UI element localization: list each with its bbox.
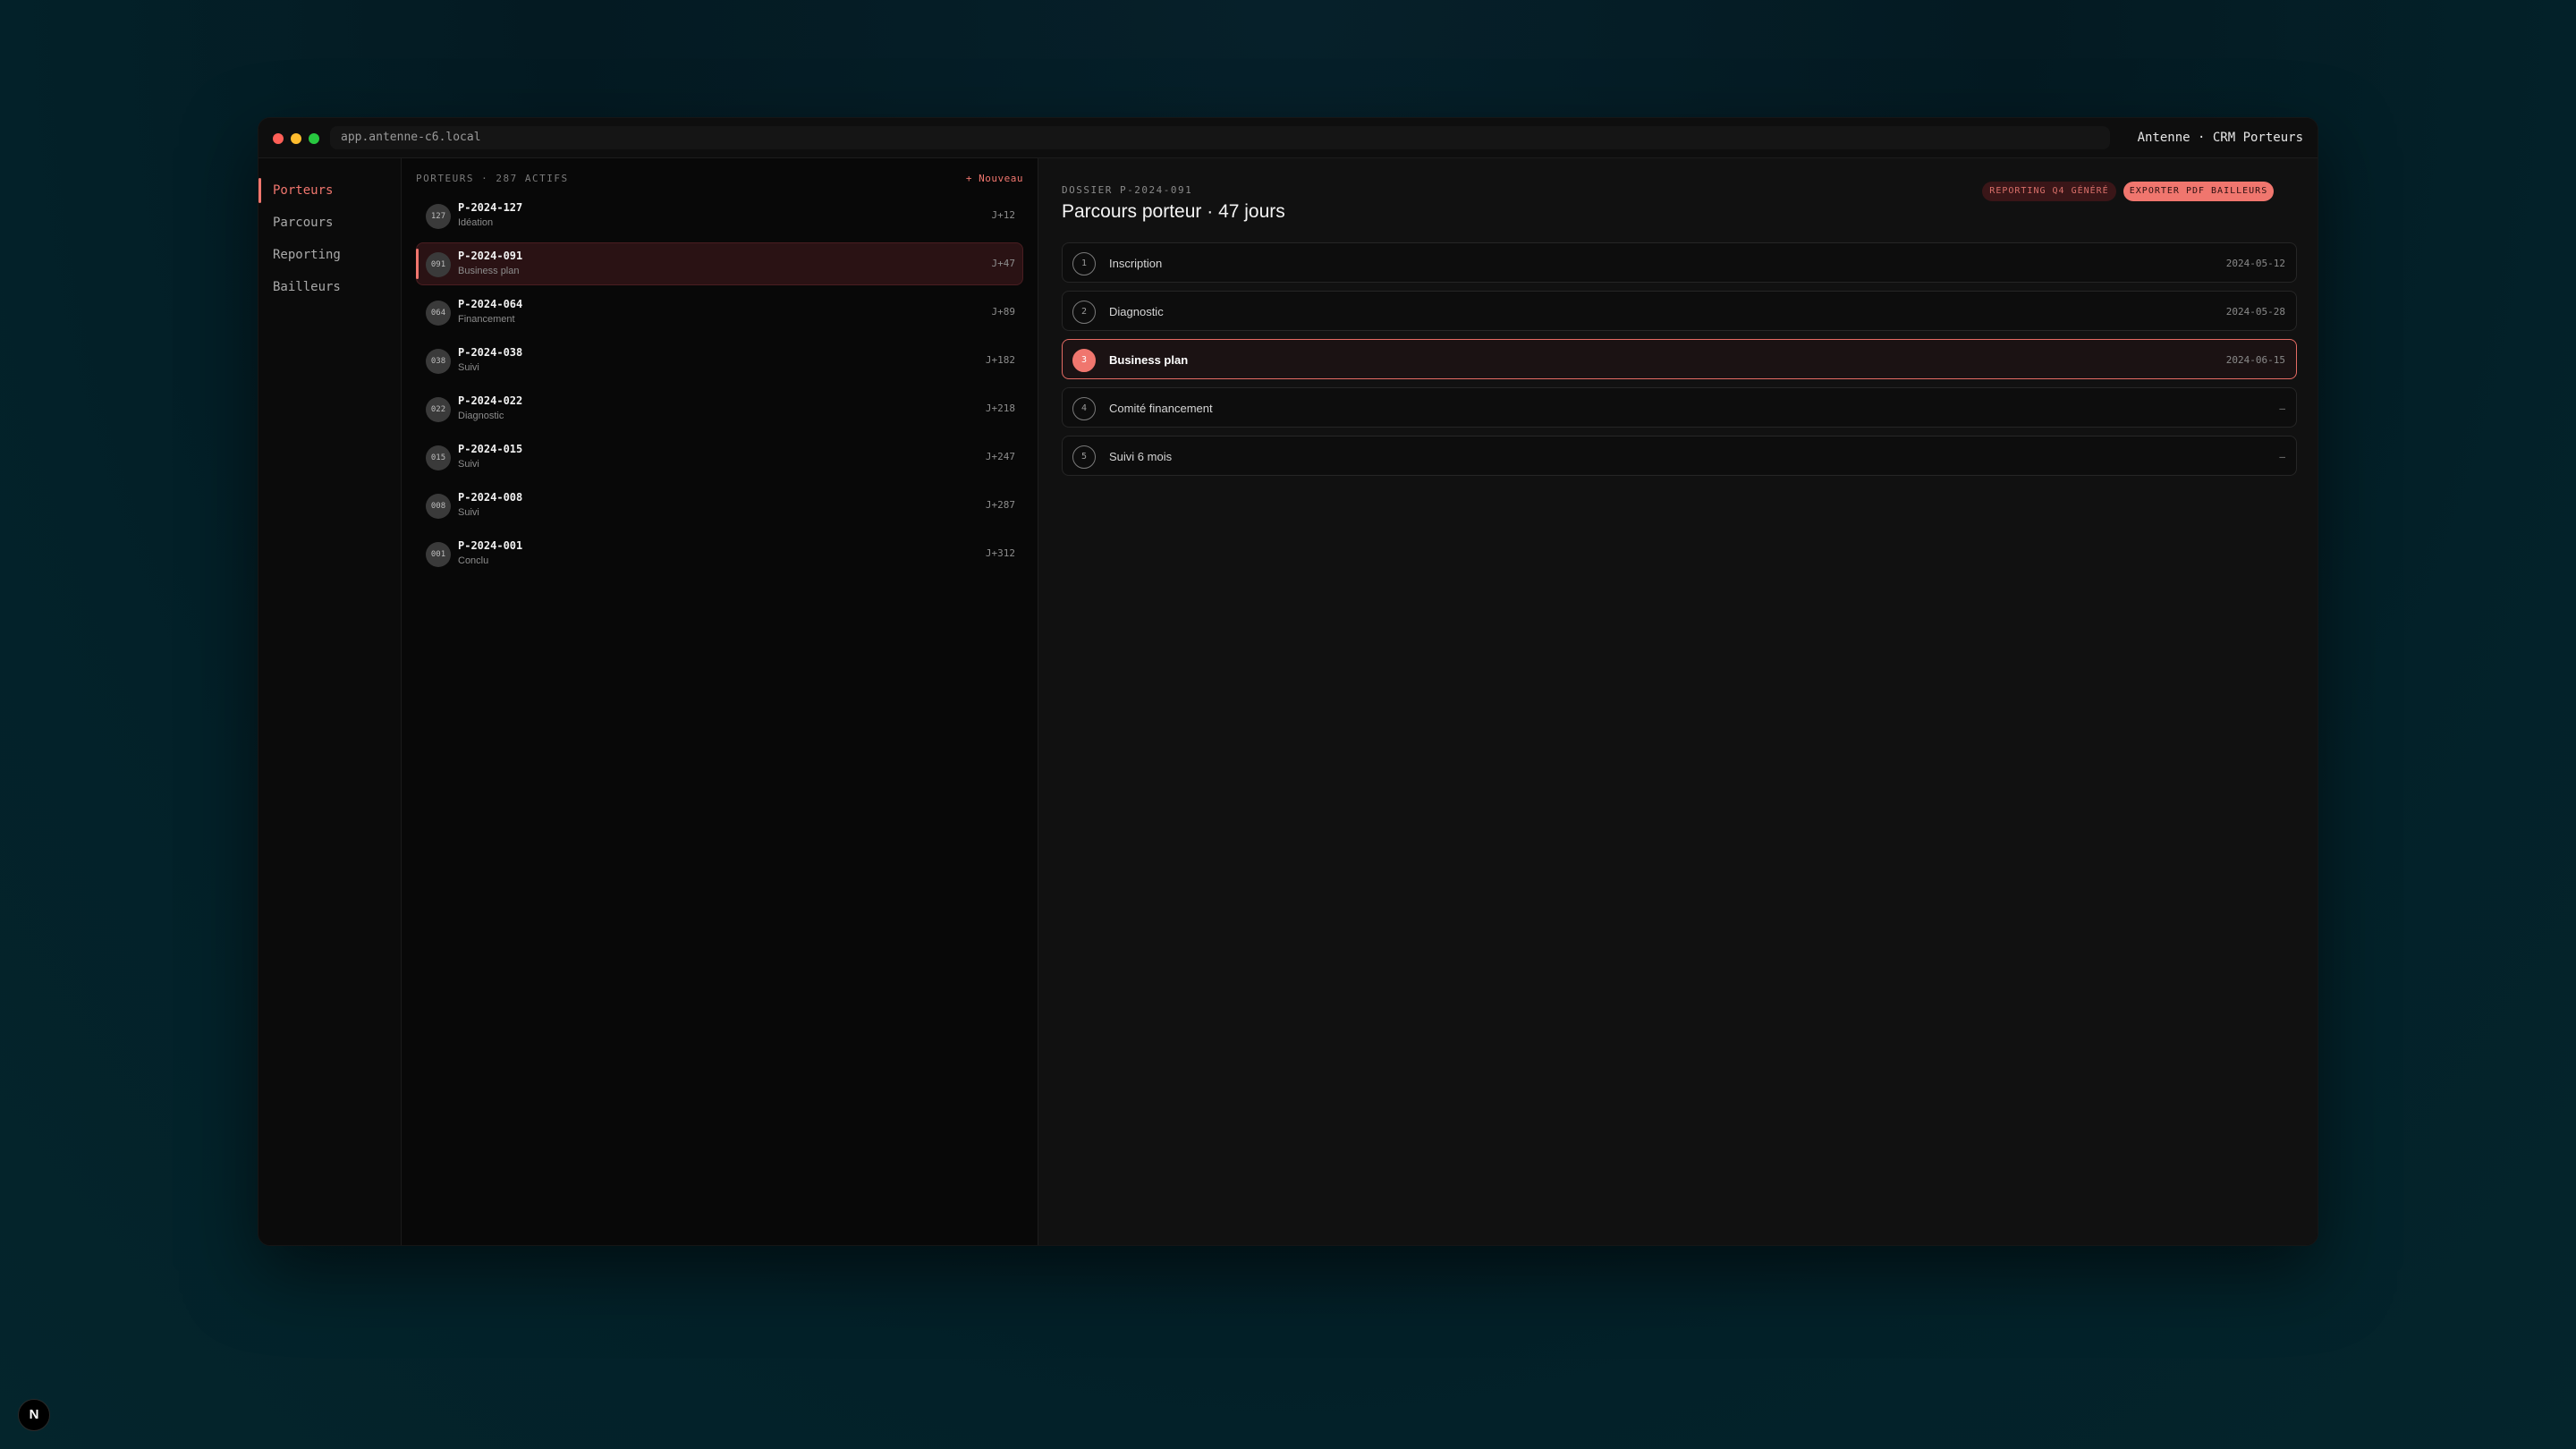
- list-item[interactable]: 127 P-2024-127 Idéation J+12: [416, 194, 1023, 237]
- url-bar[interactable]: app.antenne-c6.local: [330, 126, 2110, 149]
- app-title: Antenne · CRM Porteurs: [2137, 131, 2303, 145]
- porteur-stage: Suivi: [458, 362, 479, 373]
- porteur-day: J+89: [991, 306, 1016, 318]
- porteur-day: J+287: [985, 499, 1015, 511]
- new-porteur-button[interactable]: + Nouveau: [966, 173, 1023, 184]
- list-item[interactable]: 064 P-2024-064 Financement J+89: [416, 291, 1023, 334]
- step-diagnostic[interactable]: 2 Diagnostic 2024-05-28: [1062, 291, 2297, 331]
- porteur-stage: Idéation: [458, 217, 494, 228]
- porteur-id: P-2024-008: [458, 491, 523, 504]
- step-date: 2024-06-15: [2225, 354, 2285, 366]
- step-comite-financement[interactable]: 4 Comité financement —: [1062, 387, 2297, 428]
- porteur-day: J+182: [985, 354, 1015, 366]
- sidebar-item-reporting[interactable]: Reporting: [258, 239, 401, 271]
- list-item[interactable]: 022 P-2024-022 Diagnostic J+218: [416, 387, 1023, 430]
- parcours-steps: 1 Inscription 2024-05-12 2 Diagnostic 20…: [1062, 242, 2297, 484]
- avatar: 127: [426, 204, 451, 229]
- step-label: Comité financement: [1109, 402, 1213, 415]
- step-number: 5: [1072, 445, 1096, 469]
- avatar: 008: [426, 494, 451, 519]
- porteur-id: P-2024-022: [458, 394, 523, 407]
- step-number: 3: [1072, 349, 1096, 372]
- porteur-stage: Suivi: [458, 459, 479, 470]
- porteur-day: J+47: [991, 258, 1016, 269]
- porteur-id: P-2024-001: [458, 539, 523, 552]
- dossier-id: DOSSIER P-2024-091: [1062, 184, 1193, 196]
- export-pdf-button[interactable]: EXPORTER PDF BAILLEURS: [2123, 182, 2274, 201]
- list-item[interactable]: 008 P-2024-008 Suivi J+287: [416, 484, 1023, 527]
- step-inscription[interactable]: 1 Inscription 2024-05-12: [1062, 242, 2297, 283]
- avatar: 015: [426, 445, 451, 470]
- porteur-id: P-2024-091: [458, 250, 523, 262]
- avatar: 022: [426, 397, 451, 422]
- close-window-button[interactable]: [273, 133, 284, 144]
- list-item-selected[interactable]: 091 P-2024-091 Business plan J+47: [416, 242, 1023, 285]
- list-item[interactable]: 038 P-2024-038 Suivi J+182: [416, 339, 1023, 382]
- maximize-window-button[interactable]: [309, 133, 319, 144]
- status-badge: REPORTING Q4 GÉNÉRÉ: [1982, 182, 2116, 201]
- porteur-stage: Suivi: [458, 507, 479, 518]
- porteurs-list-pane: PORTEURS · 287 ACTIFS + Nouveau 127 P-20…: [402, 158, 1038, 1245]
- step-number: 2: [1072, 301, 1096, 324]
- porteur-id: P-2024-127: [458, 201, 523, 214]
- app-window: app.antenne-c6.local Antenne · CRM Porte…: [258, 117, 2318, 1246]
- sidebar-item-bailleurs[interactable]: Bailleurs: [258, 271, 401, 303]
- step-label: Business plan: [1109, 353, 1189, 367]
- page-title: Parcours porteur · 47 jours: [1062, 201, 1285, 222]
- porteur-day: J+218: [985, 402, 1015, 414]
- step-date: 2024-05-28: [2225, 306, 2285, 318]
- porteur-id: P-2024-015: [458, 443, 523, 455]
- step-label: Inscription: [1109, 257, 1163, 270]
- porteur-day: J+312: [985, 547, 1015, 559]
- porteur-id: P-2024-064: [458, 298, 523, 310]
- title-bar: app.antenne-c6.local Antenne · CRM Porte…: [258, 118, 2318, 158]
- step-date: 2024-05-12: [2225, 258, 2285, 269]
- avatar: 064: [426, 301, 451, 326]
- porteur-stage: Conclu: [458, 555, 489, 566]
- step-label: Diagnostic: [1109, 305, 1164, 318]
- porteur-day: J+247: [985, 451, 1015, 462]
- porteurs-list: 127 P-2024-127 Idéation J+12 091 P-2024-…: [416, 194, 1023, 580]
- porteur-stage: Diagnostic: [458, 411, 504, 421]
- dossier-detail-pane: DOSSIER P-2024-091 Parcours porteur · 47…: [1038, 158, 2318, 1245]
- step-number: 4: [1072, 397, 1096, 420]
- porteur-day: J+12: [991, 209, 1016, 221]
- minimize-window-button[interactable]: [291, 133, 301, 144]
- porteur-stage: Business plan: [458, 266, 520, 276]
- step-label: Suivi 6 mois: [1109, 450, 1173, 463]
- step-date: —: [2279, 451, 2285, 462]
- list-item[interactable]: 001 P-2024-001 Conclu J+312: [416, 532, 1023, 575]
- step-suivi-6-mois[interactable]: 5 Suivi 6 mois —: [1062, 436, 2297, 476]
- sidebar-item-parcours[interactable]: Parcours: [258, 207, 401, 239]
- sidebar: Porteurs Parcours Reporting Bailleurs: [258, 158, 402, 1245]
- step-date: —: [2279, 402, 2285, 414]
- list-item[interactable]: 015 P-2024-015 Suivi J+247: [416, 436, 1023, 479]
- avatar: 091: [426, 252, 451, 277]
- step-number: 1: [1072, 252, 1096, 275]
- sidebar-item-porteurs[interactable]: Porteurs: [258, 174, 401, 207]
- list-header-title: PORTEURS · 287 ACTIFS: [416, 173, 569, 184]
- porteur-stage: Financement: [458, 314, 515, 325]
- step-business-plan[interactable]: 3 Business plan 2024-06-15: [1062, 339, 2297, 379]
- n-logo-icon[interactable]: N: [18, 1399, 50, 1431]
- avatar: 001: [426, 542, 451, 567]
- porteur-id: P-2024-038: [458, 346, 523, 359]
- list-header: PORTEURS · 287 ACTIFS + Nouveau: [416, 173, 1023, 187]
- avatar: 038: [426, 349, 451, 374]
